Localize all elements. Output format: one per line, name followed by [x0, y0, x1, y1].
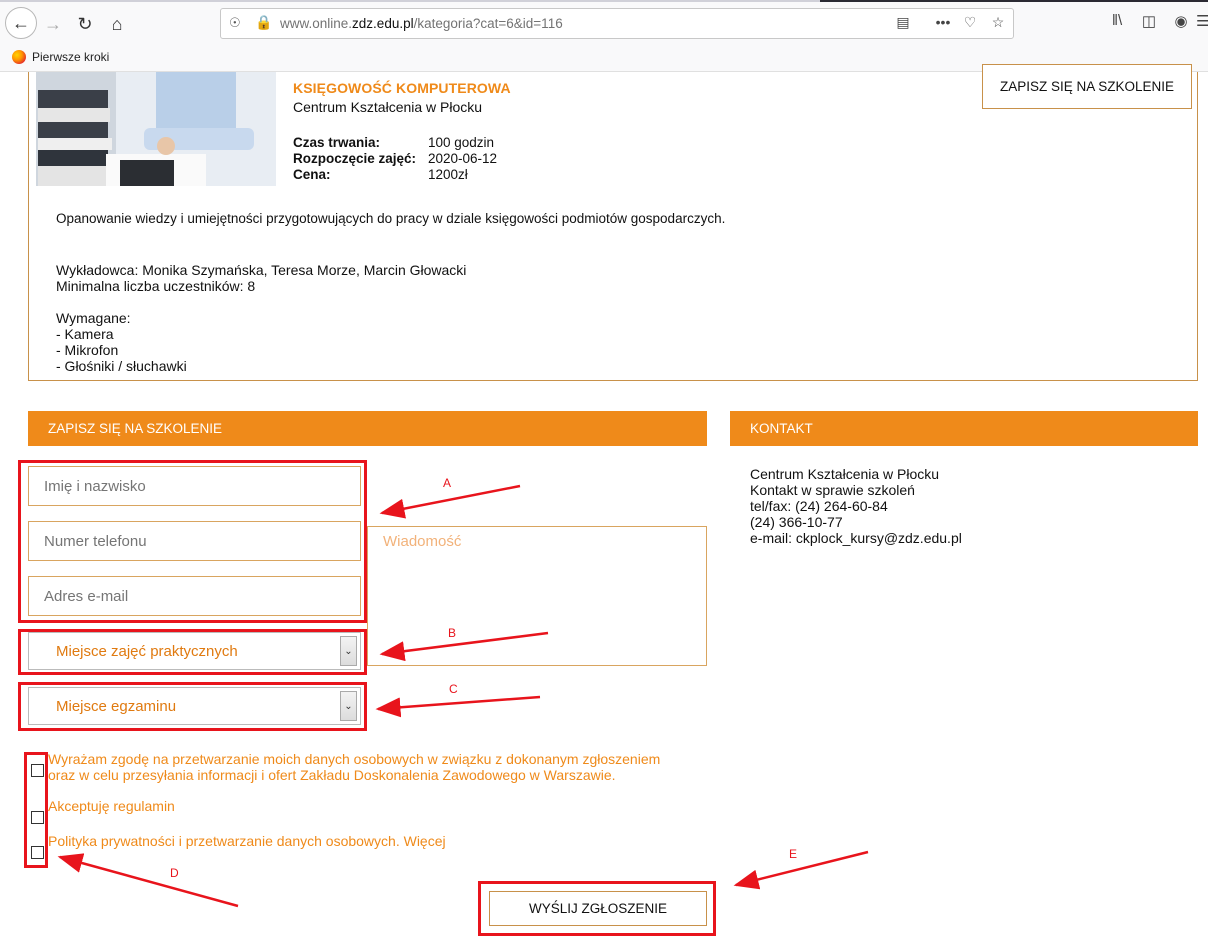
account-icon[interactable]: ◉ — [1170, 12, 1192, 34]
requirements-label: Wymagane: — [56, 310, 131, 326]
contact-line: tel/fax: (24) 264-60-84 — [750, 498, 888, 514]
insecure-lock-icon[interactable]: 🔒 — [255, 14, 273, 32]
accept-terms-label[interactable]: Akceptuję regulamin — [48, 798, 175, 814]
min-participants-text: Minimalna liczba uczestników: 8 — [56, 278, 256, 294]
annotation-label-c: C — [449, 682, 458, 696]
bookmark-star-icon[interactable]: ☆ — [988, 14, 1008, 34]
annotation-box-a — [18, 460, 367, 623]
requirements: Wymagane: - Kamera - Mikrofon - Głośniki… — [56, 310, 187, 374]
contact-line: Centrum Kształcenia w Płocku — [750, 466, 940, 482]
contact-line: (24) 366-10-77 — [750, 514, 843, 530]
privacy-policy-label[interactable]: Polityka prywatności i przetwarzanie dan… — [48, 833, 446, 849]
bookmark-pierwsze-kroki[interactable]: Pierwsze kroki — [12, 50, 109, 64]
reader-view-icon[interactable]: ▤ — [893, 14, 913, 34]
annotation-box-b — [18, 629, 367, 675]
annotation-box-d — [24, 752, 48, 868]
forward-icon[interactable]: → — [38, 9, 68, 39]
annotation-label-b: B — [448, 626, 457, 640]
shield-icon[interactable]: ☉ — [229, 15, 245, 33]
address-bar[interactable]: ☉ 🔒 www.online.zdz.edu.pl/kategoria?cat=… — [220, 8, 1014, 39]
message-textarea[interactable]: Wiadomość — [367, 526, 707, 666]
course-center: Centrum Kształcenia w Płocku — [293, 99, 483, 115]
requirement-item: - Głośniki / słuchawki — [56, 358, 187, 374]
firefox-icon — [12, 50, 26, 64]
contact-line: Kontakt w sprawie szkoleń — [750, 482, 915, 498]
duration-label: Czas trwania: — [293, 135, 381, 150]
consent-data-label: Wyrażam zgodę na przetwarzanie moich dan… — [48, 751, 660, 783]
tab-strip-edge — [0, 0, 1208, 2]
price-value: 1200zł — [428, 167, 468, 182]
course-panel: KSIĘGOWOŚĆ KOMPUTEROWA Centrum Kształcen… — [28, 64, 1198, 381]
contact-header: KONTAKT — [730, 411, 1198, 446]
requirement-item: - Kamera — [56, 326, 114, 342]
browser-toolbar: ← → ↻ ⌂ ☉ 🔒 www.online.zdz.edu.pl/katego… — [0, 0, 1208, 72]
start-value: 2020-06-12 — [428, 151, 498, 166]
course-info: Czas trwania: 100 godzin Rozpoczęcie zaję… — [293, 135, 497, 183]
pocket-icon[interactable]: ♡ — [960, 14, 980, 34]
consent-line: Wyrażam zgodę na przetwarzanie moich dan… — [48, 751, 661, 767]
course-description: Opanowanie wiedzy i umiejętności przygot… — [56, 211, 726, 226]
back-icon[interactable]: ← — [5, 7, 37, 39]
reload-icon[interactable]: ↻ — [70, 9, 100, 39]
course-title: KSIĘGOWOŚĆ KOMPUTEROWA — [293, 80, 511, 96]
sidebar-icon[interactable]: ◫ — [1138, 12, 1160, 34]
start-label: Rozpoczęcie zajęć: — [293, 151, 417, 166]
annotation-label-a: A — [443, 476, 452, 490]
lecturers-text: Wykładowca: Monika Szymańska, Teresa Mor… — [56, 262, 467, 278]
annotation-label-d: D — [170, 866, 179, 880]
signup-form-header: ZAPISZ SIĘ NA SZKOLENIE — [28, 411, 707, 446]
contact-email[interactable]: e-mail: ckplock_kursy@zdz.edu.pl — [750, 530, 962, 546]
signup-top-button[interactable]: ZAPISZ SIĘ NA SZKOLENIE — [982, 64, 1192, 109]
course-lecturers: Wykładowca: Monika Szymańska, Teresa Mor… — [56, 262, 466, 294]
url-text[interactable]: www.online.zdz.edu.pl/kategoria?cat=6&id… — [280, 16, 563, 31]
library-icon[interactable]: ‖\ — [1106, 12, 1128, 34]
requirement-item: - Mikrofon — [56, 342, 119, 358]
duration-value: 100 godzin — [428, 135, 495, 150]
annotation-box-c — [18, 682, 367, 731]
menu-icon[interactable]: ☰ — [1196, 12, 1208, 34]
more-icon[interactable]: ••• — [933, 14, 953, 34]
annotation-label-e: E — [789, 847, 798, 861]
consent-line: oraz w celu przesyłania informacji i ofe… — [48, 767, 616, 783]
annotation-box-e — [478, 881, 716, 936]
course-image — [36, 72, 276, 186]
contact-info: Centrum Kształcenia w Płocku Kontakt w s… — [750, 466, 962, 546]
bookmark-label: Pierwsze kroki — [32, 50, 110, 64]
price-label: Cena: — [293, 167, 331, 182]
home-icon[interactable]: ⌂ — [102, 9, 132, 39]
